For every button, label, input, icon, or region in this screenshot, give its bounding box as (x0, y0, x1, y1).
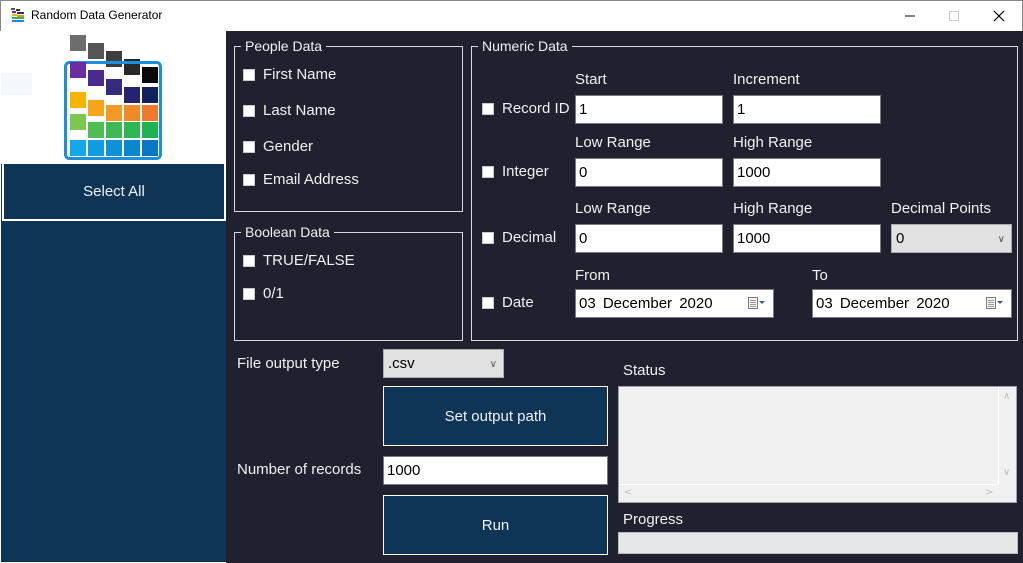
logo-area (1, 31, 226, 164)
people-data-legend: People Data (245, 38, 323, 54)
calendar-dropdown-icon[interactable] (986, 297, 1003, 310)
decimal-checkbox[interactable]: Decimal (482, 229, 556, 246)
record-id-checkbox[interactable]: Record ID (482, 100, 570, 117)
date-label: Date (502, 294, 534, 311)
date-from-label: From (575, 267, 610, 284)
horizontal-scrollbar[interactable]: < > (619, 484, 999, 502)
title-bar: Random Data Generator (0, 0, 1023, 31)
checkbox-box[interactable] (243, 254, 255, 267)
file-output-type-label: File output type (237, 355, 340, 372)
decimal-high-range-input[interactable]: 1000 (733, 224, 881, 253)
date-to-picker[interactable]: 03 December 2020 (812, 289, 1012, 318)
checkbox-box[interactable] (482, 231, 494, 244)
maximize-button[interactable] (931, 1, 977, 31)
decimal-points-value: 0 (896, 230, 905, 247)
decimal-low-range-input[interactable]: 0 (575, 224, 723, 253)
decimal-high-range-label: High Range (733, 200, 813, 217)
checkbox-box[interactable] (243, 104, 255, 117)
select-all-button[interactable]: Select All (2, 164, 226, 221)
scroll-up-icon[interactable]: ∧ (1003, 391, 1010, 402)
true-false-label: TRUE/FALSE (263, 252, 355, 269)
minimize-icon (905, 15, 915, 17)
boolean-data-legend: Boolean Data (245, 224, 330, 240)
zero-one-checkbox[interactable]: 0/1 (243, 285, 284, 302)
chevron-down-icon: ∨ (997, 234, 1005, 245)
increment-label: Increment (733, 71, 800, 88)
calendar-dropdown-icon[interactable] (748, 297, 765, 310)
scroll-right-icon[interactable]: > (985, 487, 993, 498)
last-name-checkbox[interactable]: Last Name (243, 102, 336, 119)
decimal-points-select[interactable]: 0 ∨ (891, 224, 1012, 253)
integer-low-range-label: Low Range (575, 134, 651, 151)
true-false-checkbox[interactable]: TRUE/FALSE (243, 252, 355, 269)
file-output-type-select[interactable]: .csv ∨ (383, 349, 504, 378)
logo-shadow (1, 73, 32, 95)
status-label: Status (623, 362, 666, 379)
sidebar: Select All (1, 31, 226, 562)
checkbox-box[interactable] (243, 173, 255, 186)
checkbox-box[interactable] (243, 68, 255, 81)
integer-checkbox[interactable]: Integer (482, 163, 549, 180)
close-icon (993, 10, 1005, 22)
integer-low-range-input[interactable]: 0 (575, 158, 723, 187)
start-label: Start (575, 71, 607, 88)
set-output-path-button[interactable]: Set output path (383, 386, 608, 446)
vertical-scrollbar[interactable]: ∧ ∨ (998, 387, 1016, 484)
main-panel: People Data First Name Last Name Gender … (226, 31, 1023, 563)
scroll-down-icon[interactable]: ∨ (1003, 467, 1010, 478)
app-icon (11, 8, 24, 22)
maximize-icon (949, 11, 959, 21)
run-button[interactable]: Run (383, 495, 608, 555)
integer-high-range-label: High Range (733, 134, 813, 151)
number-of-records-input[interactable]: 1000 (383, 456, 608, 485)
checkbox-box[interactable] (482, 102, 494, 115)
first-name-label: First Name (263, 66, 337, 83)
window-title: Random Data Generator (31, 8, 163, 22)
decimal-label: Decimal (502, 229, 557, 246)
record-id-start-input[interactable]: 1 (575, 95, 723, 124)
checkbox-box[interactable] (482, 296, 494, 309)
close-button[interactable] (976, 1, 1022, 31)
minimize-button[interactable] (887, 1, 933, 31)
file-output-type-value: .csv (388, 355, 415, 372)
date-to-label: To (812, 267, 828, 284)
record-id-increment-input[interactable]: 1 (733, 95, 881, 124)
date-from-value: 03 December 2020 (579, 295, 713, 312)
checkbox-box[interactable] (243, 140, 255, 153)
integer-high-range-input[interactable]: 1000 (733, 158, 881, 187)
chevron-down-icon: ∨ (489, 359, 497, 370)
boolean-data-group: Boolean Data (234, 225, 463, 341)
email-address-label: Email Address (263, 171, 359, 188)
data-grid-logo-icon (64, 35, 162, 160)
status-textbox[interactable]: ∧ ∨ < > (618, 386, 1017, 503)
decimal-low-range-label: Low Range (575, 200, 651, 217)
checkbox-box[interactable] (482, 165, 494, 178)
gender-checkbox[interactable]: Gender (243, 138, 313, 155)
progress-label: Progress (623, 511, 684, 528)
email-address-checkbox[interactable]: Email Address (243, 171, 359, 188)
zero-one-label: 0/1 (263, 285, 284, 302)
date-checkbox[interactable]: Date (482, 294, 534, 311)
date-from-picker[interactable]: 03 December 2020 (575, 289, 774, 318)
last-name-label: Last Name (263, 102, 336, 119)
checkbox-box[interactable] (243, 287, 255, 300)
record-id-label: Record ID (502, 100, 570, 117)
progress-bar (618, 532, 1018, 554)
gender-label: Gender (263, 138, 314, 155)
first-name-checkbox[interactable]: First Name (243, 66, 336, 83)
scroll-left-icon[interactable]: < (624, 487, 632, 498)
numeric-data-legend: Numeric Data (482, 38, 568, 54)
integer-label: Integer (502, 163, 549, 180)
number-of-records-label: Number of records (237, 461, 362, 478)
decimal-points-label: Decimal Points (891, 200, 992, 217)
date-to-value: 03 December 2020 (816, 295, 950, 312)
